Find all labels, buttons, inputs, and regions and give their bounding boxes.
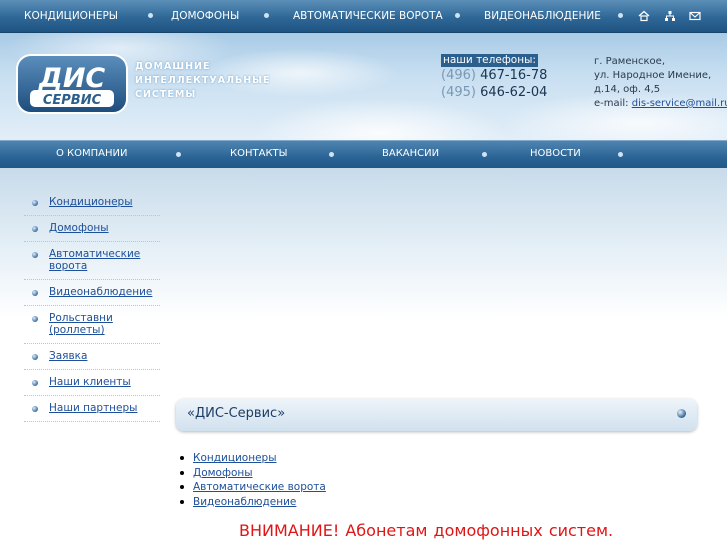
nav-separator-dot xyxy=(148,13,153,18)
logo-text-bottom: СЕРВИС xyxy=(43,93,102,108)
sidebar-menu: Кондиционеры Домофоны Автоматические вор… xyxy=(24,190,160,422)
service-links-list: Кондиционеры Домофоны Автоматические вор… xyxy=(180,451,326,509)
sidebar-item-label[interactable]: Рольставни (роллеты) xyxy=(49,312,134,336)
address-line: д.14, оф. 4,5 xyxy=(594,84,661,95)
phone-code: (496) xyxy=(441,68,476,83)
email-line: e-mail: dis-service@mail.ru xyxy=(594,97,727,111)
bullet-icon xyxy=(32,354,38,360)
address-line: г. Раменское, xyxy=(594,56,665,67)
top-nav-item-gates[interactable]: АВТОМАТИЧЕСКИЕ ВОРОТА xyxy=(293,0,443,32)
nav-separator-dot xyxy=(482,152,487,157)
phone-number: (496) 467-16-78 xyxy=(441,68,547,83)
header: ДИС СЕРВИС ДОМАШНИЕ ИНТЕЛЛЕКТУАЛЬНЫЕ СИС… xyxy=(0,33,727,140)
sidebar-item-label[interactable]: Домофоны xyxy=(49,222,109,234)
bullet-icon xyxy=(32,290,38,296)
list-item: Домофоны xyxy=(180,466,326,481)
logo-text-top: ДИС xyxy=(38,63,106,94)
nav-item-vacancies[interactable]: ВАКАНСИИ xyxy=(382,141,439,169)
address-line: ул. Народное Имение, xyxy=(594,70,712,81)
sidebar-item-label[interactable]: Наши партнеры xyxy=(49,402,137,414)
bullet-icon xyxy=(32,380,38,386)
section-title: «ДИС-Сервис» xyxy=(187,406,286,421)
sidebar-item-label[interactable]: Видеонаблюдение xyxy=(49,286,152,298)
service-link-cctv[interactable]: Видеонаблюдение xyxy=(193,496,296,508)
bullet-icon xyxy=(32,406,38,412)
nav-separator-dot xyxy=(176,152,181,157)
phone-digits: 646-62-04 xyxy=(480,85,548,100)
nav-item-about[interactable]: О КОМПАНИИ xyxy=(56,141,128,169)
service-link-intercoms[interactable]: Домофоны xyxy=(193,467,253,479)
tagline-line: ИНТЕЛЛЕКТУАЛЬНЫЕ xyxy=(135,75,271,86)
sitemap-icon[interactable] xyxy=(663,9,677,23)
bullet-icon xyxy=(32,200,38,206)
bullet-icon xyxy=(32,226,38,232)
sidebar-item-label[interactable]: Наши клиенты xyxy=(49,376,131,388)
nav-item-news[interactable]: НОВОСТИ xyxy=(530,141,581,169)
phones-label: наши телефоны: xyxy=(441,54,538,67)
sidebar-item-label[interactable]: Автоматические ворота xyxy=(49,248,149,272)
nav-separator-dot xyxy=(264,13,269,18)
nav-item-contacts[interactable]: КОНТАКТЫ xyxy=(230,141,287,169)
tagline: ДОМАШНИЕ ИНТЕЛЛЕКТУАЛЬНЫЕ СИСТЕМЫ xyxy=(135,60,270,102)
sidebar-item-gates[interactable]: Автоматические ворота xyxy=(24,242,160,280)
sidebar-item-cctv[interactable]: Видеонаблюдение xyxy=(24,280,160,306)
phone-number: (495) 646-62-04 xyxy=(441,85,547,100)
section-header: «ДИС-Сервис» xyxy=(176,399,697,431)
sidebar-item-label[interactable]: Кондиционеры xyxy=(49,196,133,208)
notice-heading: ВНИМАНИЕ! Абонетам домофонных систем. xyxy=(239,521,614,540)
sidebar-item-partners[interactable]: Наши партнеры xyxy=(24,396,160,422)
nav-separator-dot xyxy=(618,152,623,157)
list-item: Кондиционеры xyxy=(180,451,326,466)
email-link[interactable]: dis-service@mail.ru xyxy=(632,98,727,109)
service-link-gates[interactable]: Автоматические ворота xyxy=(193,481,326,493)
sidebar-item-shutters[interactable]: Рольставни (роллеты) xyxy=(24,306,160,344)
top-nav-item-conditioners[interactable]: КОНДИЦИОНЕРЫ xyxy=(24,0,118,32)
phone-digits: 467-16-78 xyxy=(480,68,548,83)
sidebar-item-conditioners[interactable]: Кондиционеры xyxy=(24,190,160,216)
list-item: Видеонаблюдение xyxy=(180,495,326,510)
top-nav-item-cctv[interactable]: ВИДЕОНАБЛЮДЕНИЕ xyxy=(484,0,601,32)
company-logo[interactable]: ДИС СЕРВИС xyxy=(16,54,128,114)
secondary-nav: О КОМПАНИИ КОНТАКТЫ ВАКАНСИИ НОВОСТИ xyxy=(0,140,727,169)
address-block: г. Раменское, ул. Народное Имение, д.14,… xyxy=(594,55,727,111)
home-icon[interactable] xyxy=(637,9,651,23)
bullet-icon xyxy=(32,316,38,322)
sidebar-item-label[interactable]: Заявка xyxy=(49,350,87,362)
tagline-line: СИСТЕМЫ xyxy=(135,89,197,100)
tagline-line: ДОМАШНИЕ xyxy=(135,61,211,72)
phone-code: (495) xyxy=(441,85,476,100)
nav-separator-dot xyxy=(618,13,623,18)
list-item: Автоматические ворота xyxy=(180,480,326,495)
sidebar-item-clients[interactable]: Наши клиенты xyxy=(24,370,160,396)
mail-icon[interactable] xyxy=(688,9,702,23)
bullet-icon xyxy=(32,252,38,258)
top-nav: КОНДИЦИОНЕРЫ ДОМОФОНЫ АВТОМАТИЧЕСКИЕ ВОР… xyxy=(0,0,727,33)
sidebar-item-intercoms[interactable]: Домофоны xyxy=(24,216,160,242)
email-label: e-mail: xyxy=(594,98,629,109)
top-nav-item-intercoms[interactable]: ДОМОФОНЫ xyxy=(171,0,239,32)
sidebar-item-request[interactable]: Заявка xyxy=(24,344,160,370)
service-link-conditioners[interactable]: Кондиционеры xyxy=(193,452,277,464)
orb-icon xyxy=(677,409,686,418)
nav-separator-dot xyxy=(455,13,460,18)
nav-separator-dot xyxy=(329,152,334,157)
